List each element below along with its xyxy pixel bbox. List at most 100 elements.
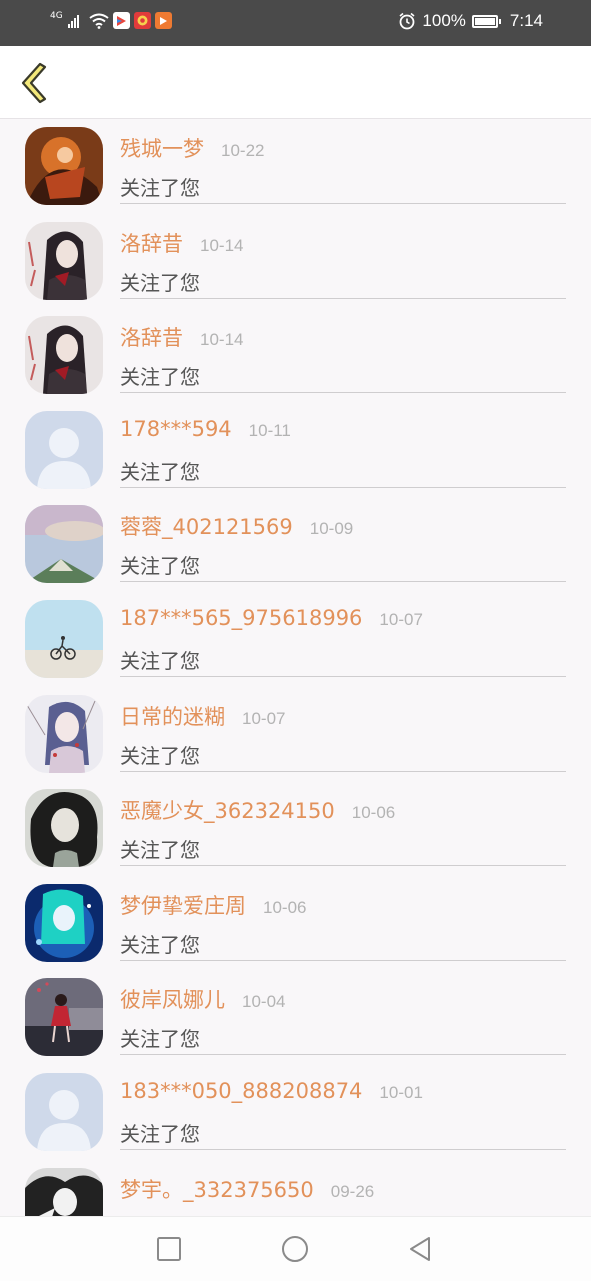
follow-date: 10-04 bbox=[242, 992, 286, 1012]
bicycle-photo-avatar[interactable] bbox=[25, 600, 103, 678]
network-type: 4G bbox=[50, 11, 63, 21]
default-avatar[interactable] bbox=[25, 410, 103, 489]
divider bbox=[120, 676, 566, 677]
follow-date: 10-09 bbox=[309, 519, 354, 539]
follow-date: 10-14 bbox=[200, 330, 244, 350]
name-line: 183***050_888208874 10-01 bbox=[120, 1079, 423, 1103]
clock: 7:14 bbox=[509, 11, 543, 30]
app-notification-icon bbox=[112, 12, 130, 29]
follow-date: 09-26 bbox=[330, 1181, 375, 1201]
follower-list[interactable]: 残城一梦 10-22 关注了您 洛辞昔 10-14 关注了您 洛辞昔 10-14 关注了您 178… bbox=[0, 119, 591, 1216]
action-text: 关注了您 bbox=[120, 554, 200, 579]
anime-character-avatar[interactable] bbox=[25, 221, 103, 300]
home-circle-icon[interactable] bbox=[279, 1233, 311, 1265]
status-bar: 4G 100% 7:14 bbox=[0, 0, 591, 46]
action-text: 关注了您 bbox=[120, 176, 200, 200]
status-left: 4G bbox=[50, 12, 172, 29]
name-line: 187***565_975618996 10-07 bbox=[120, 606, 423, 630]
battery-icon bbox=[471, 14, 501, 28]
follow-date: 10-06 bbox=[351, 803, 396, 823]
action-text: 关注了您 bbox=[120, 649, 200, 673]
divider bbox=[120, 1149, 566, 1150]
follow-date: 10-14 bbox=[200, 235, 244, 255]
divider bbox=[120, 203, 566, 204]
monochrome-avatar[interactable] bbox=[25, 1167, 103, 1216]
user-name[interactable]: 梦宇。_332375650 bbox=[120, 1174, 314, 1204]
action-text: 关注了您 bbox=[120, 1027, 200, 1052]
follow-date: 10-07 bbox=[379, 610, 423, 629]
list-item[interactable]: 蓉蓉_402121569 10-09 关注了您 bbox=[0, 497, 591, 592]
name-line: 洛辞昔 10-14 bbox=[120, 322, 243, 352]
name-line: 日常的迷糊 10-07 bbox=[120, 701, 285, 731]
list-item[interactable]: 彼岸凤娜儿 10-04 关注了您 bbox=[0, 970, 591, 1065]
anime-girl-avatar[interactable] bbox=[25, 694, 103, 773]
list-item[interactable]: 187***565_975618996 10-07 关注了您 bbox=[0, 592, 591, 687]
follow-date: 10-07 bbox=[242, 708, 286, 728]
action-text: 关注了您 bbox=[120, 838, 200, 863]
user-name[interactable]: 彼岸凤娜儿 bbox=[120, 984, 225, 1014]
user-name[interactable]: 187***565_975618996 bbox=[120, 606, 362, 630]
wifi-icon bbox=[89, 13, 109, 29]
name-line: 残城一梦 10-22 bbox=[120, 133, 264, 163]
user-name[interactable]: 洛辞昔 bbox=[120, 228, 183, 258]
navigation-bar bbox=[0, 1216, 591, 1281]
name-line: 彼岸凤娜儿 10-04 bbox=[120, 984, 285, 1014]
divider bbox=[120, 1054, 566, 1056]
default-avatar[interactable] bbox=[25, 1073, 103, 1151]
list-item[interactable]: 恶魔少女_362324150 10-06 关注了您 bbox=[0, 781, 591, 876]
action-text: 关注了您 bbox=[120, 932, 200, 957]
user-name[interactable]: 178***594 bbox=[120, 417, 232, 441]
divider bbox=[120, 770, 566, 772]
action-text: 关注了您 bbox=[120, 365, 200, 390]
list-item[interactable]: 183***050_888208874 10-01 关注了您 bbox=[0, 1065, 591, 1160]
list-item[interactable]: 178***594 10-11 关注了您 bbox=[0, 403, 591, 498]
list-item[interactable]: 残城一梦 10-22 关注了您 bbox=[0, 119, 591, 214]
battery-level-fill bbox=[474, 17, 495, 25]
user-name[interactable]: 洛辞昔 bbox=[120, 322, 183, 352]
list-item[interactable]: 洛辞昔 10-14 关注了您 bbox=[0, 308, 591, 403]
recents-square-icon[interactable] bbox=[153, 1233, 185, 1265]
anime-art-avatar[interactable] bbox=[25, 127, 103, 205]
action-text: 关注了您 bbox=[120, 459, 200, 484]
red-dress-avatar[interactable] bbox=[25, 978, 103, 1057]
follow-date: 10-01 bbox=[379, 1083, 423, 1102]
status-right: 100% 7:14 bbox=[398, 11, 543, 31]
blue-anime-avatar[interactable] bbox=[25, 883, 103, 962]
anime-character-avatar[interactable] bbox=[25, 316, 103, 395]
name-line: 梦伊挚爱庄周 10-06 bbox=[120, 890, 306, 920]
divider bbox=[120, 581, 566, 583]
name-line: 洛辞昔 10-14 bbox=[120, 228, 243, 258]
app-notification-icon bbox=[133, 12, 151, 29]
follow-date: 10-22 bbox=[221, 141, 265, 160]
chevron-left-icon[interactable] bbox=[10, 56, 62, 108]
divider bbox=[120, 865, 566, 867]
list-item[interactable]: 梦伊挚爱庄周 10-06 关注了您 bbox=[0, 876, 591, 971]
list-item[interactable]: 梦宇。_33237565009-26关注了您 bbox=[0, 1160, 591, 1216]
user-name[interactable]: 日常的迷糊 bbox=[120, 701, 225, 731]
app-notification-icon bbox=[154, 12, 172, 29]
user-name[interactable]: 183***050_888208874 bbox=[120, 1079, 362, 1103]
divider bbox=[120, 297, 566, 299]
signal-icon bbox=[67, 14, 79, 28]
user-name[interactable]: 蓉蓉_402121569 bbox=[120, 511, 293, 541]
battery-percent: 100% bbox=[422, 11, 466, 30]
divider bbox=[120, 392, 566, 394]
name-line: 蓉蓉_402121569 10-09 bbox=[120, 511, 353, 541]
list-item[interactable]: 洛辞昔 10-14 关注了您 bbox=[0, 214, 591, 309]
action-text: 关注了您 bbox=[120, 1122, 200, 1146]
back-triangle-icon[interactable] bbox=[404, 1233, 436, 1265]
dark-hair-girl-avatar[interactable] bbox=[25, 789, 103, 868]
name-line: 恶魔少女_362324150 10-06 bbox=[120, 795, 395, 825]
action-text: 关注了您 bbox=[120, 743, 200, 768]
landscape-avatar[interactable] bbox=[25, 505, 103, 584]
user-name[interactable]: 恶魔少女_362324150 bbox=[120, 795, 335, 825]
user-name[interactable]: 梦伊挚爱庄周 bbox=[120, 890, 246, 920]
follow-date: 10-11 bbox=[248, 420, 291, 440]
divider bbox=[120, 486, 566, 488]
user-name[interactable]: 残城一梦 bbox=[120, 133, 204, 163]
action-text: 关注了您 bbox=[120, 270, 200, 295]
name-line: 178***594 10-11 bbox=[120, 417, 291, 441]
divider bbox=[120, 959, 566, 961]
list-item[interactable]: 日常的迷糊 10-07 关注了您 bbox=[0, 687, 591, 782]
header bbox=[0, 46, 591, 119]
